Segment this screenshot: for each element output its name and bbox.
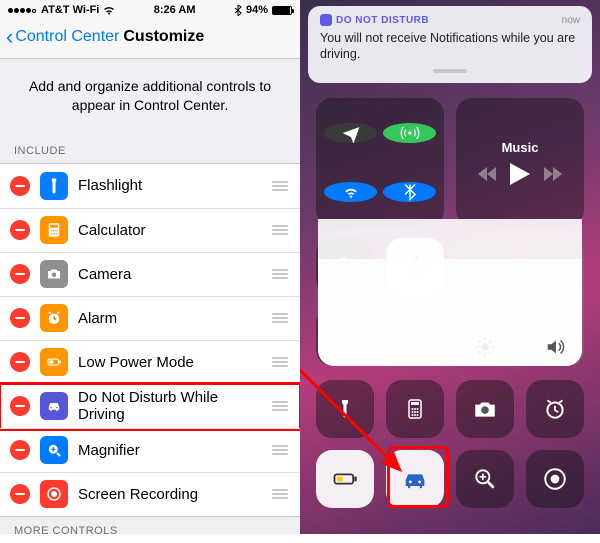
calculator-icon: [40, 216, 68, 244]
include-list: Flashlight Calculator Camera Alarm Low P…: [0, 163, 300, 517]
battery-icon: [272, 6, 292, 15]
notification-body: You will not receive Notifications while…: [320, 30, 580, 63]
drag-handle-icon[interactable]: [270, 269, 290, 279]
alarm-button[interactable]: [526, 380, 584, 438]
volume-icon: [544, 336, 566, 358]
section-header-include: INCLUDE: [0, 137, 300, 163]
remove-button[interactable]: [10, 440, 30, 460]
page-title: Customize: [123, 28, 204, 46]
list-item[interactable]: Alarm: [0, 296, 300, 340]
prev-track-icon[interactable]: [478, 167, 496, 181]
drag-handle-icon[interactable]: [270, 445, 290, 455]
list-item[interactable]: Low Power Mode: [0, 340, 300, 384]
music-title-label: Music: [502, 140, 539, 155]
remove-button[interactable]: [10, 176, 30, 196]
remove-button[interactable]: [10, 308, 30, 328]
list-item[interactable]: Camera: [0, 252, 300, 296]
carrier-label: AT&T Wi-Fi: [41, 4, 99, 16]
settings-screen: AT&T Wi-Fi 8:26 AM 94% ‹ Control Center …: [0, 0, 300, 534]
volume-slider[interactable]: [526, 238, 584, 366]
calculator-button[interactable]: [386, 380, 444, 438]
list-item[interactable]: Flashlight: [0, 164, 300, 208]
bluetooth-toggle[interactable]: [383, 182, 436, 202]
list-item-label: Do Not Disturb While Driving: [78, 389, 260, 423]
play-icon[interactable]: [510, 163, 530, 185]
dnd-driving-button[interactable]: [386, 450, 444, 508]
remove-button[interactable]: [10, 264, 30, 284]
list-item[interactable]: Magnifier: [0, 428, 300, 472]
chevron-left-icon: ‹: [6, 26, 13, 48]
screen-recording-button[interactable]: [526, 450, 584, 508]
list-item[interactable]: Calculator: [0, 208, 300, 252]
connectivity-panel: [316, 98, 444, 226]
list-item-label: Camera: [78, 266, 260, 283]
airplane-toggle[interactable]: [324, 123, 377, 143]
page-description: Add and organize additional controls to …: [0, 59, 300, 137]
list-item-label: Flashlight: [78, 177, 260, 194]
wifi-toggle[interactable]: [324, 182, 377, 202]
camera-icon: [40, 260, 68, 288]
notification-time: now: [562, 15, 580, 26]
notification-app-label: DO NOT DISTURB: [320, 14, 429, 26]
signal-icon: [8, 4, 37, 16]
nav-bar: ‹ Control Center Customize: [0, 18, 300, 59]
list-item-label: Low Power Mode: [78, 354, 260, 371]
notification-handle[interactable]: [433, 69, 467, 73]
flashlight-icon: [40, 172, 68, 200]
list-item-label: Calculator: [78, 222, 260, 239]
drag-handle-icon[interactable]: [270, 401, 290, 411]
list-item-label: Magnifier: [78, 442, 260, 459]
remove-button[interactable]: [10, 352, 30, 372]
remove-button[interactable]: [10, 220, 30, 240]
battery-pct-label: 94%: [246, 4, 268, 16]
status-bar: AT&T Wi-Fi 8:26 AM 94%: [0, 0, 300, 18]
camera-button[interactable]: [456, 380, 514, 438]
dnd-app-icon: [320, 14, 332, 26]
magnifier-icon: [40, 436, 68, 464]
next-track-icon[interactable]: [544, 167, 562, 181]
list-item-label: Screen Recording: [78, 486, 260, 503]
list-item-label: Alarm: [78, 310, 260, 327]
list-item[interactable]: Screen Recording: [0, 472, 300, 516]
drag-handle-icon[interactable]: [270, 489, 290, 499]
drag-handle-icon[interactable]: [270, 357, 290, 367]
section-header-more: MORE CONTROLS: [0, 517, 300, 543]
flashlight-button[interactable]: [316, 380, 374, 438]
drag-handle-icon[interactable]: [270, 181, 290, 191]
low-power-icon: [40, 348, 68, 376]
cellular-toggle[interactable]: [383, 123, 436, 143]
back-button[interactable]: ‹ Control Center: [6, 26, 119, 48]
remove-button[interactable]: [10, 396, 30, 416]
magnifier-button[interactable]: [456, 450, 514, 508]
bluetooth-icon: [234, 5, 242, 16]
control-center-grid: Music Screen Mirroring: [318, 98, 582, 366]
music-panel[interactable]: Music: [456, 98, 584, 226]
record-icon: [40, 480, 68, 508]
alarm-icon: [40, 304, 68, 332]
remove-button[interactable]: [10, 484, 30, 504]
notification-banner[interactable]: DO NOT DISTURB now You will not receive …: [308, 6, 592, 83]
control-center-shortcuts: [318, 380, 582, 508]
car-icon: [40, 392, 68, 420]
clock-label: 8:26 AM: [154, 4, 196, 16]
control-center-screen: DO NOT DISTURB now You will not receive …: [300, 0, 600, 534]
wifi-icon: [103, 6, 115, 15]
drag-handle-icon[interactable]: [270, 225, 290, 235]
low-power-button[interactable]: [316, 450, 374, 508]
list-item[interactable]: Do Not Disturb While Driving: [0, 384, 300, 428]
drag-handle-icon[interactable]: [270, 313, 290, 323]
back-label: Control Center: [15, 28, 119, 46]
